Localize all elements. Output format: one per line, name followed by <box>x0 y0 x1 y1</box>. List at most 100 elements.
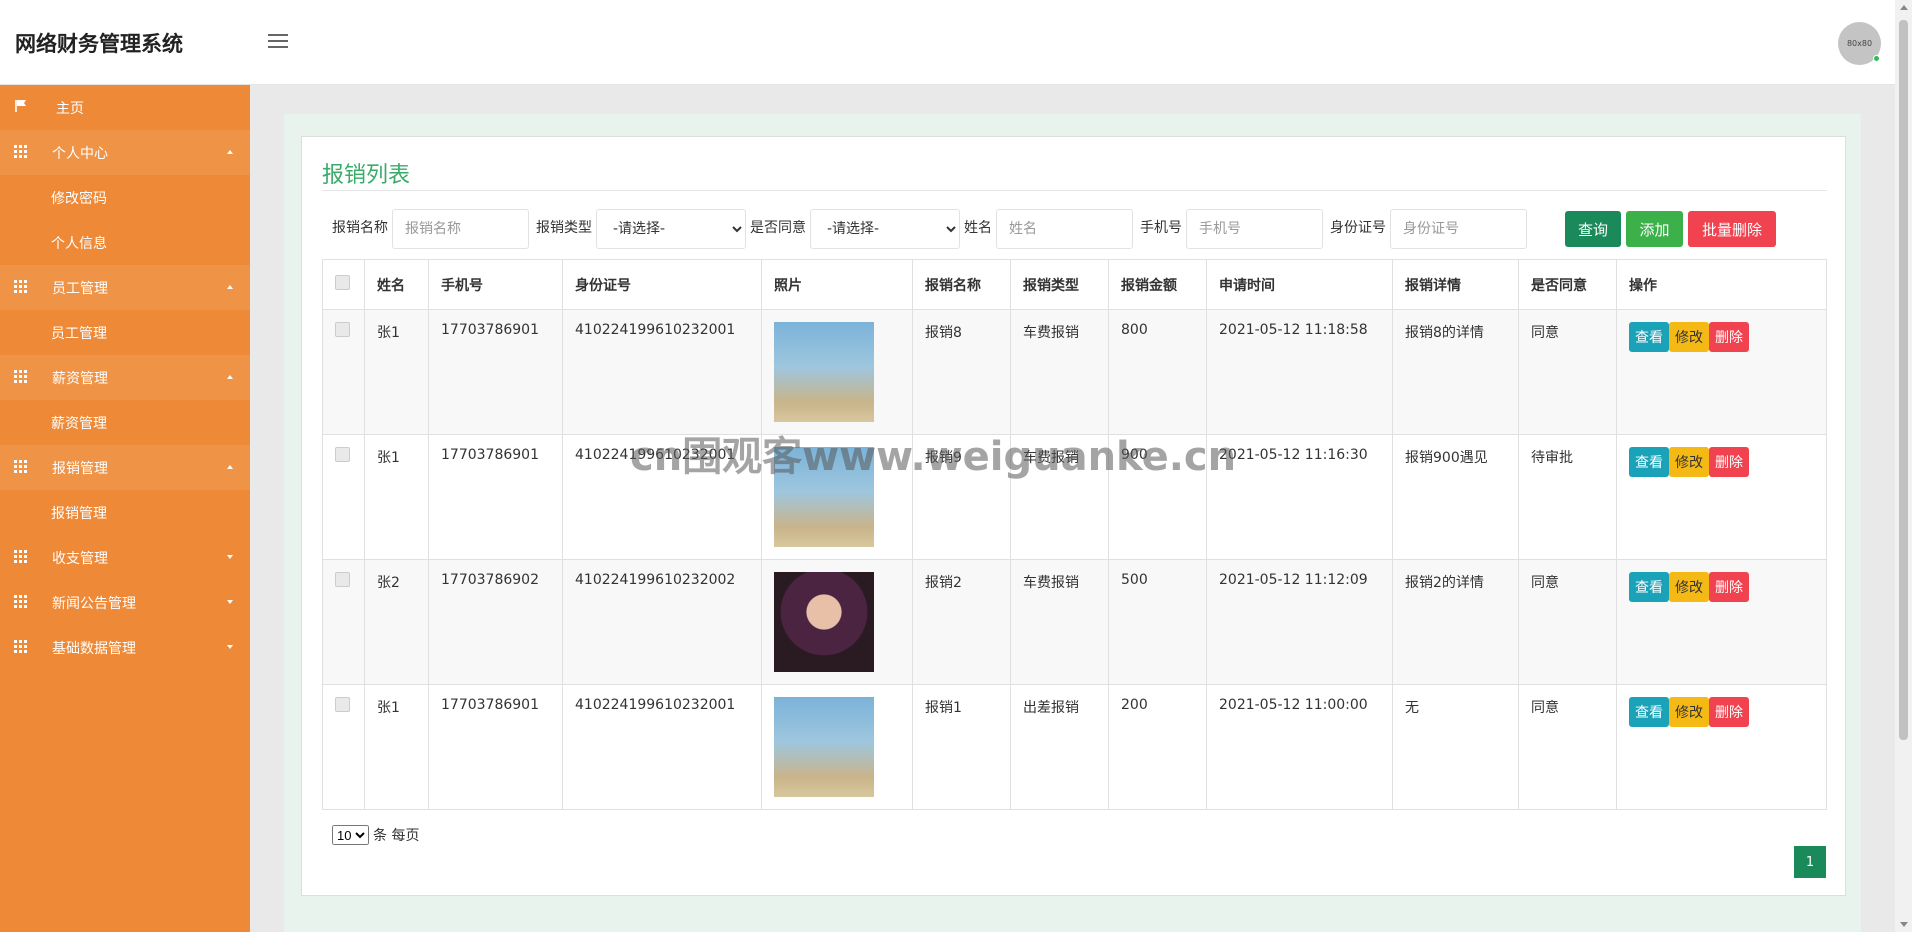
table-row: 张2 17703786902 410224199610232002 报销2 车费报销 50… <box>322 559 1827 685</box>
select-all-checkbox[interactable] <box>335 275 350 290</box>
cell-title: 报销8 <box>912 309 1011 435</box>
cell-name: 张2 <box>364 559 429 685</box>
grid-icon <box>14 640 27 653</box>
sidebar-item[interactable]: 个人中心 <box>0 130 250 175</box>
id-card-input[interactable] <box>1390 209 1527 249</box>
sidebar-item[interactable]: 新闻公告管理 <box>0 580 250 625</box>
cell-id-card: 410224199610232001 <box>562 309 762 435</box>
col-time: 申请时间 <box>1206 259 1393 310</box>
cell-detail: 无 <box>1392 684 1519 810</box>
cell-name: 张1 <box>364 684 429 810</box>
grid-icon <box>14 460 27 473</box>
sidebar-subitem[interactable]: 个人信息 <box>0 220 250 265</box>
row-actions: 查看 修改 删除 <box>1629 322 1814 352</box>
scroll-thumb[interactable] <box>1899 20 1908 740</box>
edit-button[interactable]: 修改 <box>1669 447 1709 477</box>
watermark: cn围观客www.weiguanke.cn <box>630 434 1237 480</box>
cell-id-card: 410224199610232001 <box>562 684 762 810</box>
grid-icon <box>14 595 27 608</box>
claim-name-label: 报销名称 <box>332 220 388 236</box>
list-panel: 报销列表 报销名称 报销类型 -请选择- 是否同意 -请选择- 姓名 手机号 身… <box>301 136 1846 896</box>
edit-button[interactable]: 修改 <box>1669 572 1709 602</box>
sidebar-subitem[interactable]: 报销管理 <box>0 490 250 535</box>
scroll-down-icon[interactable] <box>1900 922 1908 927</box>
row-checkbox[interactable] <box>335 572 350 587</box>
person-photo-a <box>774 322 874 422</box>
user-avatar[interactable]: 80x80 <box>1838 22 1881 65</box>
chevron-up-icon <box>227 375 233 379</box>
delete-button[interactable]: 删除 <box>1709 447 1749 477</box>
chevron-up-icon <box>227 465 233 469</box>
row-actions: 查看 修改 删除 <box>1629 572 1814 602</box>
person-photo-b <box>774 572 874 672</box>
cell-name: 张1 <box>364 309 429 435</box>
view-button[interactable]: 查看 <box>1629 322 1669 352</box>
batch-delete-button[interactable]: 批量删除 <box>1688 211 1776 247</box>
col-phone: 手机号 <box>428 259 563 310</box>
sidebar-subitem[interactable]: 员工管理 <box>0 310 250 355</box>
agree-select[interactable]: -请选择- <box>810 209 960 249</box>
chevron-up-icon <box>227 150 233 154</box>
col-id-card: 身份证号 <box>562 259 762 310</box>
sidebar-item[interactable]: 报销管理 <box>0 445 250 490</box>
cell-phone: 17703786901 <box>428 684 563 810</box>
claim-name-input[interactable] <box>392 209 529 249</box>
row-checkbox[interactable] <box>335 322 350 337</box>
row-checkbox[interactable] <box>335 697 350 712</box>
delete-button[interactable]: 删除 <box>1709 572 1749 602</box>
sidebar-item[interactable]: 收支管理 <box>0 535 250 580</box>
claim-type-label: 报销类型 <box>536 220 592 236</box>
view-button[interactable]: 查看 <box>1629 572 1669 602</box>
edit-button[interactable]: 修改 <box>1669 697 1709 727</box>
person-name-label: 姓名 <box>964 220 992 236</box>
menu-toggle-icon[interactable] <box>268 34 288 50</box>
cell-agree: 待审批 <box>1518 434 1617 560</box>
sidebar-item[interactable]: 薪资管理 <box>0 355 250 400</box>
person-name-input[interactable] <box>996 209 1133 249</box>
scroll-up-icon[interactable] <box>1900 5 1908 10</box>
view-button[interactable]: 查看 <box>1629 697 1669 727</box>
online-status-icon <box>1873 55 1880 62</box>
app-title: 网络财务管理系统 <box>15 32 183 56</box>
query-button[interactable]: 查询 <box>1565 211 1621 247</box>
cell-amount: 800 <box>1108 309 1207 435</box>
sidebar-item[interactable]: 员工管理 <box>0 265 250 310</box>
cell-type: 出差报销 <box>1010 684 1109 810</box>
cell-detail: 报销2的详情 <box>1392 559 1519 685</box>
cell-amount: 200 <box>1108 684 1207 810</box>
cell-time: 2021-05-12 11:18:58 <box>1206 309 1393 435</box>
cell-agree: 同意 <box>1518 559 1617 685</box>
delete-button[interactable]: 删除 <box>1709 322 1749 352</box>
col-detail: 报销详情 <box>1392 259 1519 310</box>
sidebar-subitem[interactable]: 修改密码 <box>0 175 250 220</box>
chevron-down-icon <box>227 645 233 649</box>
claim-type-select[interactable]: -请选择- <box>596 209 746 249</box>
cell-name: 张1 <box>364 434 429 560</box>
chevron-down-icon <box>227 600 233 604</box>
page-size-select[interactable]: 10 <box>332 825 369 845</box>
col-claim-name: 报销名称 <box>912 259 1011 310</box>
id-card-label: 身份证号 <box>1330 220 1386 236</box>
cell-phone: 17703786901 <box>428 434 563 560</box>
edit-button[interactable]: 修改 <box>1669 322 1709 352</box>
cell-phone: 17703786901 <box>428 309 563 435</box>
cell-amount: 500 <box>1108 559 1207 685</box>
sidebar-item-label: 收支管理 <box>52 550 108 567</box>
col-actions: 操作 <box>1616 259 1827 310</box>
table-header-row: 姓名 手机号 身份证号 照片 报销名称 报销类型 报销金额 申请时间 报销详情 … <box>322 259 1827 310</box>
cell-title: 报销2 <box>912 559 1011 685</box>
phone-input[interactable] <box>1186 209 1323 249</box>
sidebar-item[interactable]: 主页 <box>0 85 250 130</box>
page-scrollbar[interactable] <box>1895 0 1912 932</box>
cell-phone: 17703786902 <box>428 559 563 685</box>
add-button[interactable]: 添加 <box>1626 211 1683 247</box>
table-row: 张1 17703786901 410224199610232001 报销1 出差报销 20… <box>322 684 1827 810</box>
person-photo-a <box>774 697 874 797</box>
delete-button[interactable]: 删除 <box>1709 697 1749 727</box>
sidebar-item[interactable]: 基础数据管理 <box>0 625 250 670</box>
page-number-button[interactable]: 1 <box>1794 846 1826 878</box>
cell-detail: 报销900遇见 <box>1392 434 1519 560</box>
view-button[interactable]: 查看 <box>1629 447 1669 477</box>
row-checkbox[interactable] <box>335 447 350 462</box>
sidebar-subitem[interactable]: 薪资管理 <box>0 400 250 445</box>
